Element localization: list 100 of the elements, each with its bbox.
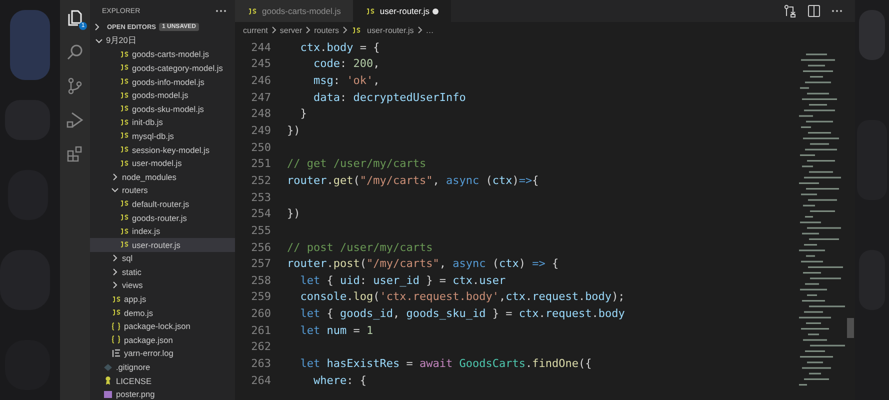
- blocks-icon[interactable]: [66, 145, 84, 163]
- js-file-icon: [247, 6, 257, 16]
- folder-item[interactable]: node_modules: [90, 170, 235, 184]
- line-number: 252: [250, 174, 271, 187]
- more-icon[interactable]: [215, 9, 227, 13]
- split-editor-icon[interactable]: [807, 4, 821, 18]
- js-file-icon: [351, 26, 362, 34]
- code-line: let { goods_id, goods_sku_id } = ctx.request.body: [299, 307, 625, 320]
- more-icon[interactable]: [831, 9, 843, 13]
- line-number: 263: [250, 356, 271, 370]
- line-number: 248: [250, 107, 271, 120]
- js-file-icon: [111, 294, 121, 304]
- play-icon[interactable]: [66, 111, 84, 129]
- line-number: 257: [250, 257, 271, 270]
- breadcrumb-item[interactable]: user-router.js: [367, 26, 414, 34]
- breadcrumb-item[interactable]: …: [426, 26, 434, 34]
- js-file-icon: [119, 213, 129, 222]
- folder-item[interactable]: static: [90, 265, 235, 279]
- file-item[interactable]: yarn-error.log: [90, 346, 235, 360]
- line-number: 258: [250, 274, 271, 287]
- file-item[interactable]: goods-model.js: [90, 88, 235, 102]
- file-item[interactable]: index.js: [90, 224, 235, 238]
- file-item[interactable]: package.json: [90, 333, 235, 347]
- scrollbar-thumb[interactable]: [847, 318, 854, 338]
- file-item[interactable]: user-model.js: [90, 156, 235, 170]
- compare-changes-icon[interactable]: [783, 4, 797, 18]
- js-file-icon: [119, 199, 129, 208]
- line-number: 246: [250, 74, 271, 88]
- editor-tab[interactable]: goods-carts-model.js: [235, 0, 353, 22]
- line-number: 253: [250, 190, 271, 204]
- image-file-icon: [103, 390, 113, 399]
- file-item[interactable]: goods-category-model.js: [90, 61, 235, 75]
- file-item[interactable]: goods-carts-model.js: [90, 48, 235, 62]
- file-item[interactable]: user-router.js: [90, 238, 235, 252]
- chevron-right-icon[interactable]: [93, 23, 101, 31]
- line-number: 262: [250, 340, 271, 354]
- js-file-icon: [364, 6, 375, 16]
- js-file-icon: [119, 90, 129, 100]
- search-icon[interactable]: [66, 43, 84, 61]
- line-number: 256: [250, 240, 271, 254]
- js-file-icon: [119, 104, 129, 114]
- js-file-icon: [119, 50, 129, 59]
- file-item[interactable]: app.js: [90, 292, 235, 306]
- code-line: router.get("/my/carts", async (ctx)=>{: [287, 174, 539, 187]
- code-line: // post /user/my/carts: [287, 240, 433, 254]
- file-item[interactable]: goods-info-model.js: [90, 74, 235, 88]
- folder-item[interactable]: routers: [90, 184, 235, 198]
- code-line: router.post("/my/carts", async (ctx) => {: [287, 257, 559, 270]
- file-item[interactable]: session-key-model.js: [90, 142, 235, 156]
- code-line: let num = 1: [299, 324, 374, 337]
- file-item[interactable]: goods-router.js: [90, 210, 235, 224]
- diamond-icon: [103, 362, 113, 372]
- chevron-right-icon: [416, 26, 423, 34]
- file-item[interactable]: default-router.js: [90, 197, 235, 211]
- file-item[interactable]: mysql-db.js: [90, 129, 235, 143]
- lines-icon: [111, 348, 121, 358]
- code-line: code: 200,: [312, 57, 380, 70]
- chevron-right-icon: [270, 26, 277, 34]
- line-number: 249: [250, 124, 271, 138]
- line-number: 247: [250, 90, 271, 104]
- folder-item[interactable]: 9月20日: [90, 34, 235, 48]
- editor-tab[interactable]: user-router.js: [352, 0, 450, 22]
- code-line: let { uid: user_id } = ctx.user: [299, 274, 506, 287]
- code-line: console.log('ctx.request.body',ctx.request.body);: [299, 290, 625, 304]
- file-item[interactable]: demo.js: [90, 306, 235, 320]
- code-line: let hasExistRes = await GoodsCarts.findOne({: [299, 356, 592, 370]
- folder-item[interactable]: sql: [90, 252, 235, 266]
- code-line: where: {: [312, 374, 366, 387]
- file-item[interactable]: init-db.js: [90, 116, 235, 130]
- line-number: 251: [250, 157, 271, 170]
- file-item[interactable]: package-lock.json: [90, 319, 235, 334]
- chevron-right-icon: [342, 26, 348, 34]
- file-item[interactable]: poster.png: [90, 387, 235, 400]
- js-file-icon: [119, 145, 129, 154]
- braces-icon: [111, 335, 121, 344]
- code-line: msg: 'ok',: [312, 74, 380, 88]
- js-file-icon: [119, 131, 129, 140]
- file-item[interactable]: .gitignore: [90, 360, 235, 374]
- breadcrumb-item[interactable]: server: [280, 26, 302, 34]
- folder-item[interactable]: views: [90, 278, 235, 292]
- code-line: // get /user/my/carts: [287, 157, 426, 170]
- line-number: 244: [250, 40, 271, 54]
- file-item[interactable]: LICENSE: [90, 374, 235, 388]
- file-item[interactable]: goods-sku-model.js: [90, 102, 235, 116]
- breadcrumb-item[interactable]: routers: [314, 26, 340, 34]
- branch-icon[interactable]: [66, 77, 84, 95]
- line-number: 264: [250, 374, 271, 387]
- line-number: 260: [250, 307, 271, 320]
- code-line: ctx.body = {: [299, 40, 380, 54]
- breadcrumb-item[interactable]: current: [243, 26, 268, 34]
- code-line: }): [287, 207, 300, 220]
- files-icon[interactable]: [66, 9, 84, 27]
- js-file-icon: [119, 226, 129, 236]
- js-file-icon: [119, 118, 129, 127]
- js-file-icon: [119, 240, 129, 250]
- chevron-right-icon: [305, 26, 312, 34]
- js-file-icon: [119, 158, 129, 168]
- line-number: 250: [250, 140, 271, 154]
- line-number: 255: [250, 224, 271, 237]
- unsaved-dot-icon[interactable]: [432, 8, 438, 14]
